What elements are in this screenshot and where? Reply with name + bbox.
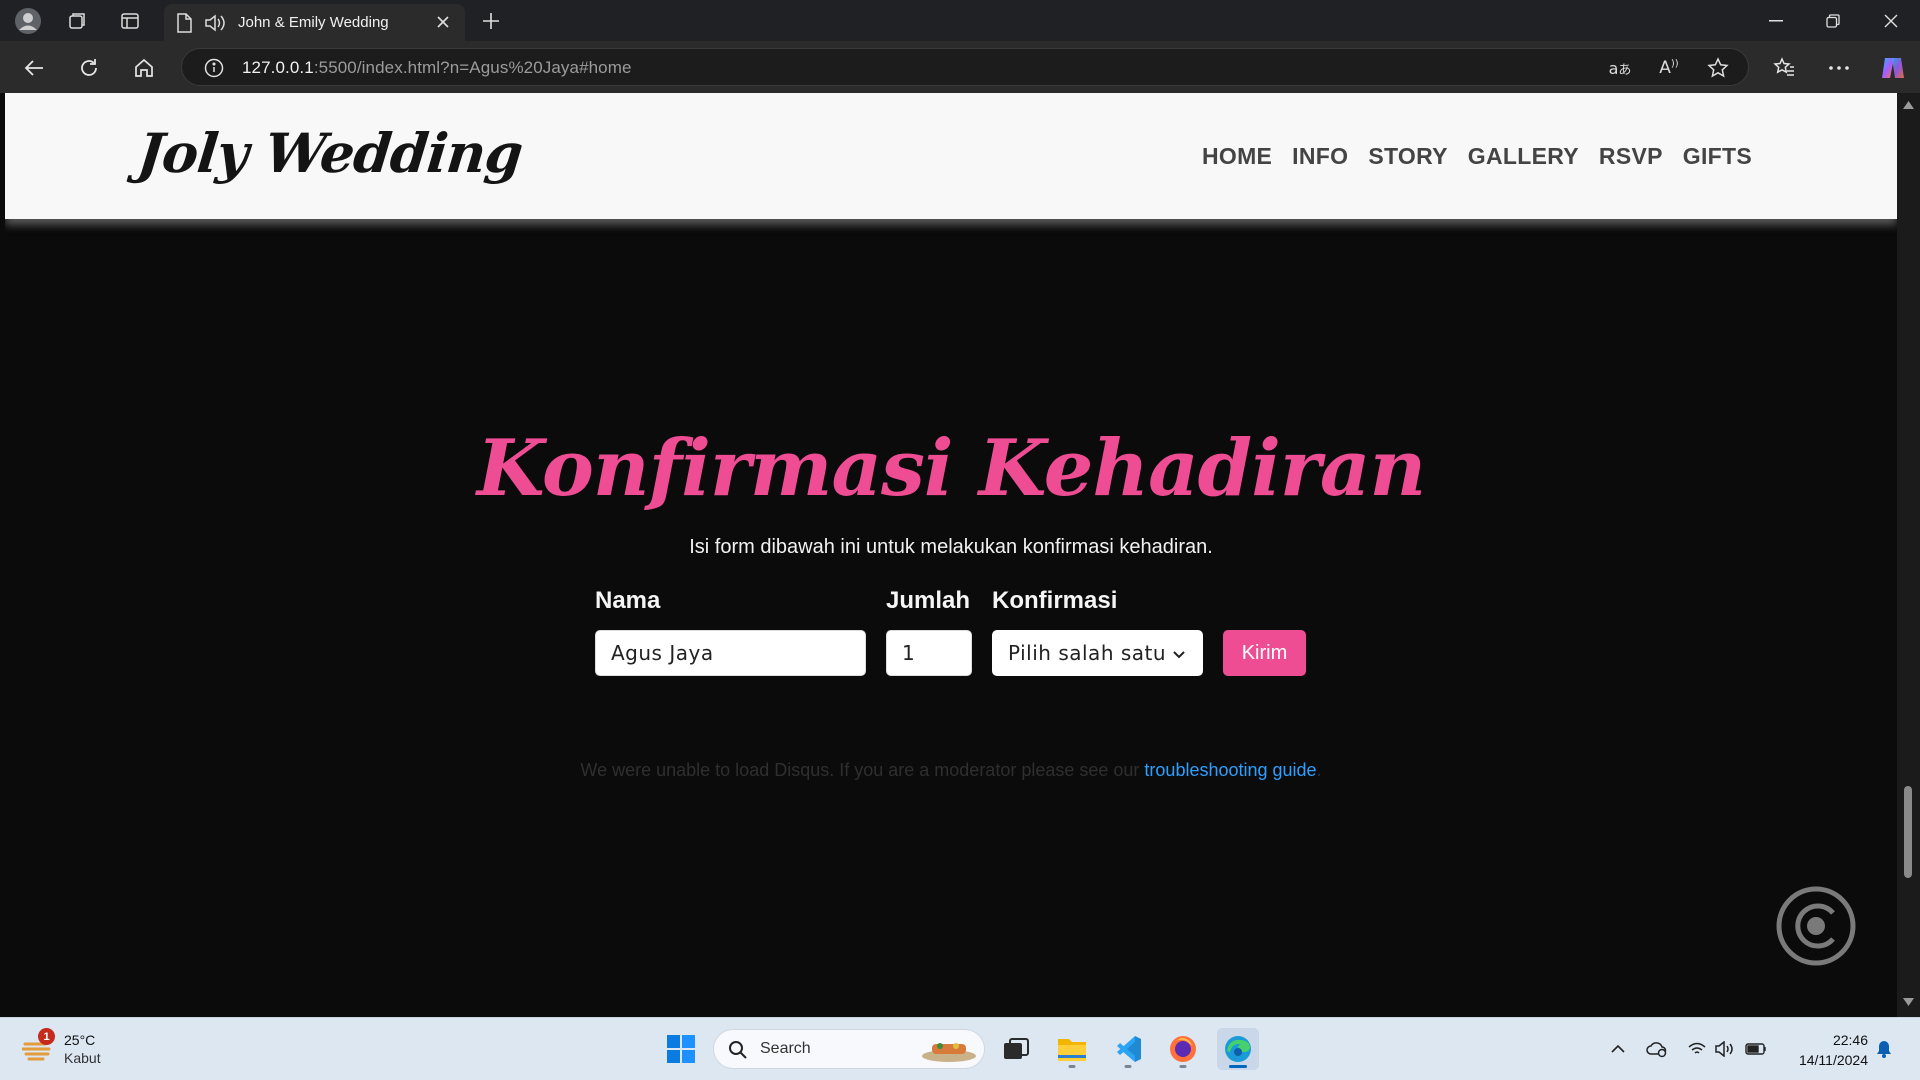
read-aloud-icon[interactable]: A)) xyxy=(1654,53,1684,83)
rsvp-title: Konfirmasi Kehadiran xyxy=(476,423,1426,514)
nav-story[interactable]: STORY xyxy=(1368,143,1447,170)
taskbar-search[interactable]: Search xyxy=(713,1029,985,1069)
tab-title: John & Emily Wedding xyxy=(238,14,389,31)
site-header: Joly Wedding HOME INFO STORY GALLERY RSV… xyxy=(5,93,1897,219)
active-indicator xyxy=(1229,1065,1247,1068)
site-info-icon[interactable] xyxy=(199,53,229,83)
battery-icon[interactable] xyxy=(1745,1038,1767,1060)
page-icon xyxy=(176,13,192,38)
profile-avatar-icon[interactable] xyxy=(13,6,43,36)
nav-gallery[interactable]: GALLERY xyxy=(1468,143,1579,170)
music-toggle-icon[interactable] xyxy=(1775,885,1857,967)
running-indicator xyxy=(1068,1065,1076,1068)
nav-rsvp[interactable]: RSVP xyxy=(1599,143,1663,170)
disqus-period: . xyxy=(1316,760,1322,780)
vscode-icon[interactable] xyxy=(1107,1028,1149,1070)
show-hidden-icons-icon[interactable] xyxy=(1607,1038,1629,1060)
volume-icon[interactable] xyxy=(1714,1038,1736,1060)
file-explorer-icon[interactable] xyxy=(1051,1028,1093,1070)
edge-icon[interactable] xyxy=(1217,1028,1259,1070)
nav-info[interactable]: INFO xyxy=(1292,143,1348,170)
running-indicator xyxy=(1124,1065,1132,1068)
confirm-select-value: Pilih salah satu xyxy=(1008,641,1167,665)
workspaces-icon[interactable] xyxy=(62,6,92,36)
browser-tab-bar: John & Emily Wedding xyxy=(0,0,1920,41)
disqus-error: We were unable to load Disqus. If you ar… xyxy=(5,760,1897,781)
count-input[interactable]: 1 xyxy=(886,630,972,676)
windows-taskbar: 1 25°C Kabut Search 22:46 14/11/2024 xyxy=(0,1017,1920,1080)
new-tab-icon[interactable] xyxy=(476,6,506,36)
name-input[interactable]: Agus Jaya xyxy=(595,630,866,676)
url-path: :5500/index.html?n=Agus%20Jaya#home xyxy=(313,58,632,77)
weather-widget[interactable]: 1 25°C Kabut xyxy=(22,1028,112,1070)
submit-button[interactable]: Kirim xyxy=(1223,630,1306,676)
reload-icon[interactable] xyxy=(72,51,106,85)
more-menu-icon[interactable] xyxy=(1822,51,1856,85)
nav-gifts[interactable]: GIFTS xyxy=(1683,143,1752,170)
count-label: Jumlah xyxy=(886,587,971,614)
restore-icon[interactable] xyxy=(1810,6,1856,36)
browser-toolbar: 127.0.0.1:5500/index.html?n=Agus%20Jaya#… xyxy=(0,41,1920,93)
chevron-down-icon xyxy=(1171,644,1187,668)
site-nav-links: HOME INFO STORY GALLERY RSVP GIFTS xyxy=(1202,143,1752,170)
close-tab-icon[interactable] xyxy=(431,10,455,34)
running-indicator xyxy=(1179,1065,1187,1068)
scroll-thumb[interactable] xyxy=(1904,786,1912,878)
close-window-icon[interactable] xyxy=(1868,6,1914,36)
page-scrollbar[interactable] xyxy=(1897,93,1920,1017)
confirm-select[interactable]: Pilih salah satu xyxy=(992,630,1203,676)
site-logo[interactable]: Joly Wedding xyxy=(135,121,526,185)
system-clock[interactable]: 22:46 14/11/2024 xyxy=(1776,1030,1868,1070)
minimize-icon[interactable] xyxy=(1753,6,1799,36)
url-text[interactable]: 127.0.0.1:5500/index.html?n=Agus%20Jaya#… xyxy=(242,58,632,78)
browser-tab-active[interactable]: John & Emily Wedding xyxy=(164,4,465,41)
clock-time: 22:46 xyxy=(1832,1032,1868,1048)
web-page: Joly Wedding HOME INFO STORY GALLERY RSV… xyxy=(5,93,1897,1017)
clock-date: 14/11/2024 xyxy=(1798,1052,1868,1068)
copilot-icon[interactable] xyxy=(1876,51,1910,85)
back-arrow-icon[interactable] xyxy=(17,51,51,85)
onedrive-sync-icon[interactable] xyxy=(1646,1038,1668,1060)
search-placeholder: Search xyxy=(760,1040,811,1057)
address-bar[interactable]: 127.0.0.1:5500/index.html?n=Agus%20Jaya#… xyxy=(181,48,1749,86)
weather-badge: 1 xyxy=(38,1028,55,1045)
translate-icon[interactable]: aあ xyxy=(1605,53,1635,83)
favorite-star-icon[interactable] xyxy=(1703,53,1733,83)
search-icon xyxy=(729,1041,747,1059)
task-view-icon[interactable] xyxy=(995,1028,1037,1070)
favorites-icon[interactable] xyxy=(1767,51,1801,85)
search-highlight-icon xyxy=(922,1043,976,1062)
name-label: Nama xyxy=(595,587,661,614)
windows-start-icon[interactable] xyxy=(660,1028,702,1070)
confirm-label: Konfirmasi xyxy=(992,587,1118,614)
url-host: 127.0.0.1 xyxy=(242,58,314,77)
weather-condition: Kabut xyxy=(64,1050,101,1066)
firefox-icon[interactable] xyxy=(1162,1028,1204,1070)
scroll-up-icon[interactable] xyxy=(1903,101,1914,109)
weather-temp: 25°C xyxy=(64,1032,96,1048)
disqus-message: We were unable to load Disqus. If you ar… xyxy=(580,760,1145,780)
nav-home[interactable]: HOME xyxy=(1202,143,1272,170)
notification-bell-icon[interactable] xyxy=(1873,1038,1895,1060)
scroll-down-icon[interactable] xyxy=(1903,998,1914,1006)
troubleshooting-link[interactable]: troubleshooting guide xyxy=(1144,760,1316,780)
home-icon[interactable] xyxy=(127,51,161,85)
audio-playing-icon[interactable] xyxy=(204,13,226,38)
tab-actions-icon[interactable] xyxy=(115,6,145,36)
wifi-icon[interactable] xyxy=(1686,1038,1708,1060)
rsvp-subtitle: Isi form dibawah ini untuk melakukan kon… xyxy=(689,536,1213,558)
